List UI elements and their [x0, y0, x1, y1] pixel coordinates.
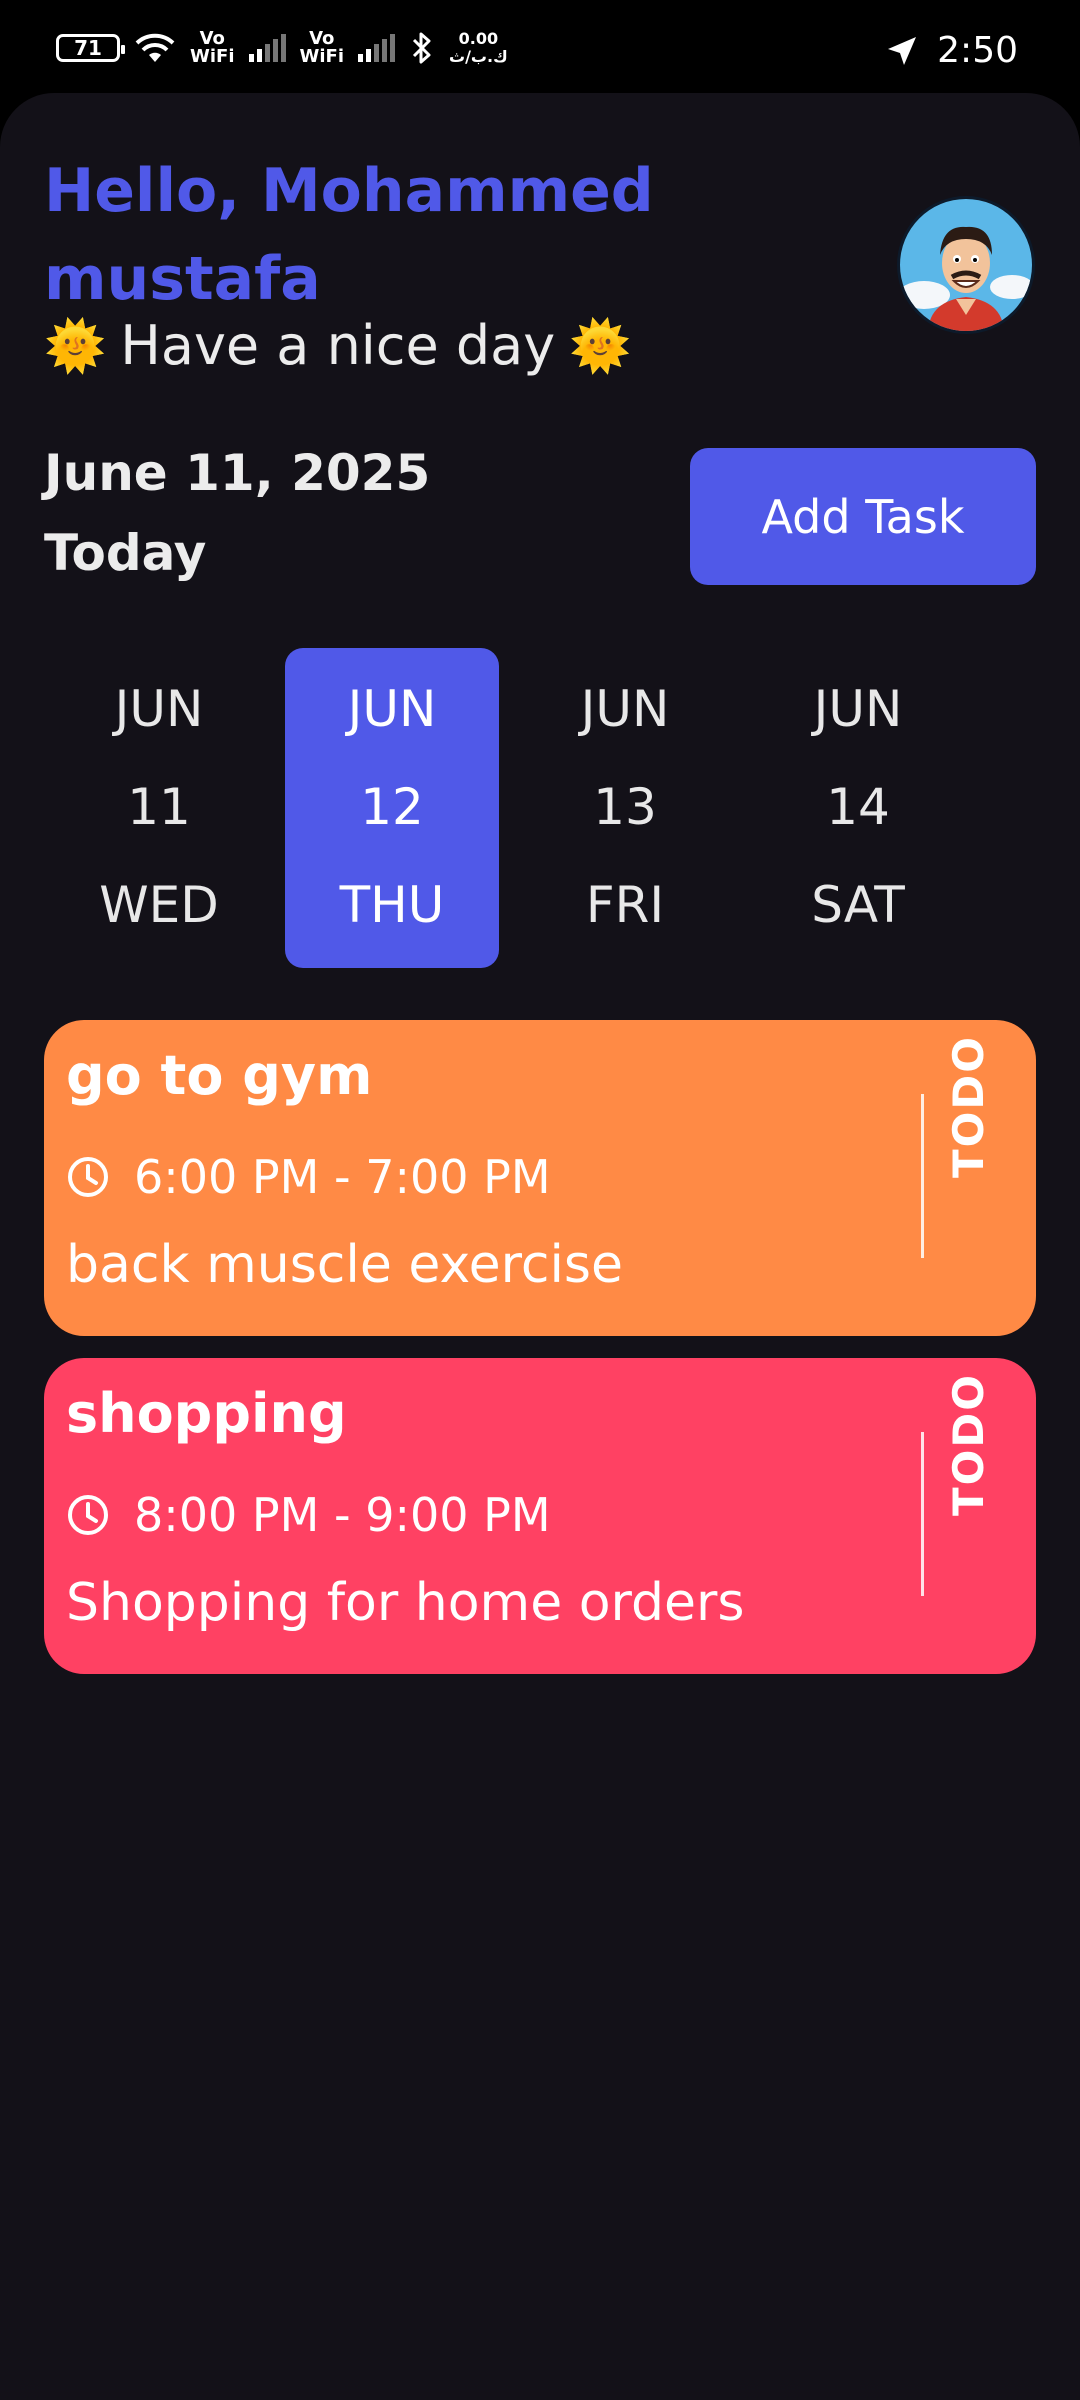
- wifi-icon: [135, 33, 175, 62]
- status-bar: 71 Vo WiFi Vo WiFi 0.00 ك.ب/ث 2:50: [0, 0, 1080, 100]
- task-divider: [921, 1432, 924, 1596]
- task-card[interactable]: shopping 8:00 PM - 9:00 PM Shopping for …: [44, 1358, 1036, 1674]
- signal-icon: [248, 34, 286, 62]
- task-description: back muscle exercise: [66, 1235, 623, 1295]
- task-card[interactable]: go to gym 6:00 PM - 7:00 PM back muscle …: [44, 1020, 1036, 1336]
- task-time: 6:00 PM - 7:00 PM: [66, 1150, 551, 1204]
- calendar-day[interactable]: JUN 13 FRI: [518, 648, 732, 968]
- clock: 2:50: [937, 30, 1018, 71]
- current-date: June 11, 2025: [44, 444, 431, 502]
- add-task-button[interactable]: Add Task: [690, 448, 1036, 585]
- sun-emoji-icon: 🌞: [44, 317, 107, 375]
- task-divider: [921, 1094, 924, 1258]
- avatar[interactable]: [897, 196, 1035, 334]
- signal-icon: [358, 34, 395, 62]
- today-label: Today: [44, 524, 207, 582]
- calendar-day[interactable]: JUN 11 WED: [52, 648, 266, 968]
- clock-icon: [68, 1157, 108, 1197]
- clock-icon: [68, 1495, 108, 1535]
- task-status: TODO: [944, 1035, 993, 1178]
- task-title: shopping: [66, 1382, 347, 1445]
- calendar-day[interactable]: JUN 14 SAT: [751, 648, 965, 968]
- vowifi-label: Vo WiFi: [299, 28, 345, 67]
- task-time: 8:00 PM - 9:00 PM: [66, 1488, 551, 1542]
- task-title: go to gym: [66, 1044, 373, 1107]
- bluetooth-icon: [412, 32, 431, 64]
- location-arrow-icon: [888, 36, 917, 65]
- vowifi-label: Vo WiFi: [190, 28, 235, 67]
- date-heading: June 11, 2025 Today: [44, 433, 430, 593]
- greeting-title: Hello, Mohammed mustafa: [44, 156, 654, 314]
- app-screen: Hello, Mohammed mustafa 🌞 Have a nice da…: [0, 93, 1080, 2400]
- task-status: TODO: [944, 1373, 993, 1516]
- calendar-day-selected[interactable]: JUN 12 THU: [285, 648, 499, 968]
- network-speed: 0.00 ك.ب/ث: [449, 29, 508, 66]
- battery-icon: 71: [56, 34, 125, 62]
- greeting-subtitle: 🌞 Have a nice day 🌞: [44, 314, 632, 377]
- sun-emoji-icon: 🌞: [569, 317, 632, 375]
- task-description: Shopping for home orders: [66, 1573, 745, 1633]
- battery-level: 71: [74, 36, 102, 60]
